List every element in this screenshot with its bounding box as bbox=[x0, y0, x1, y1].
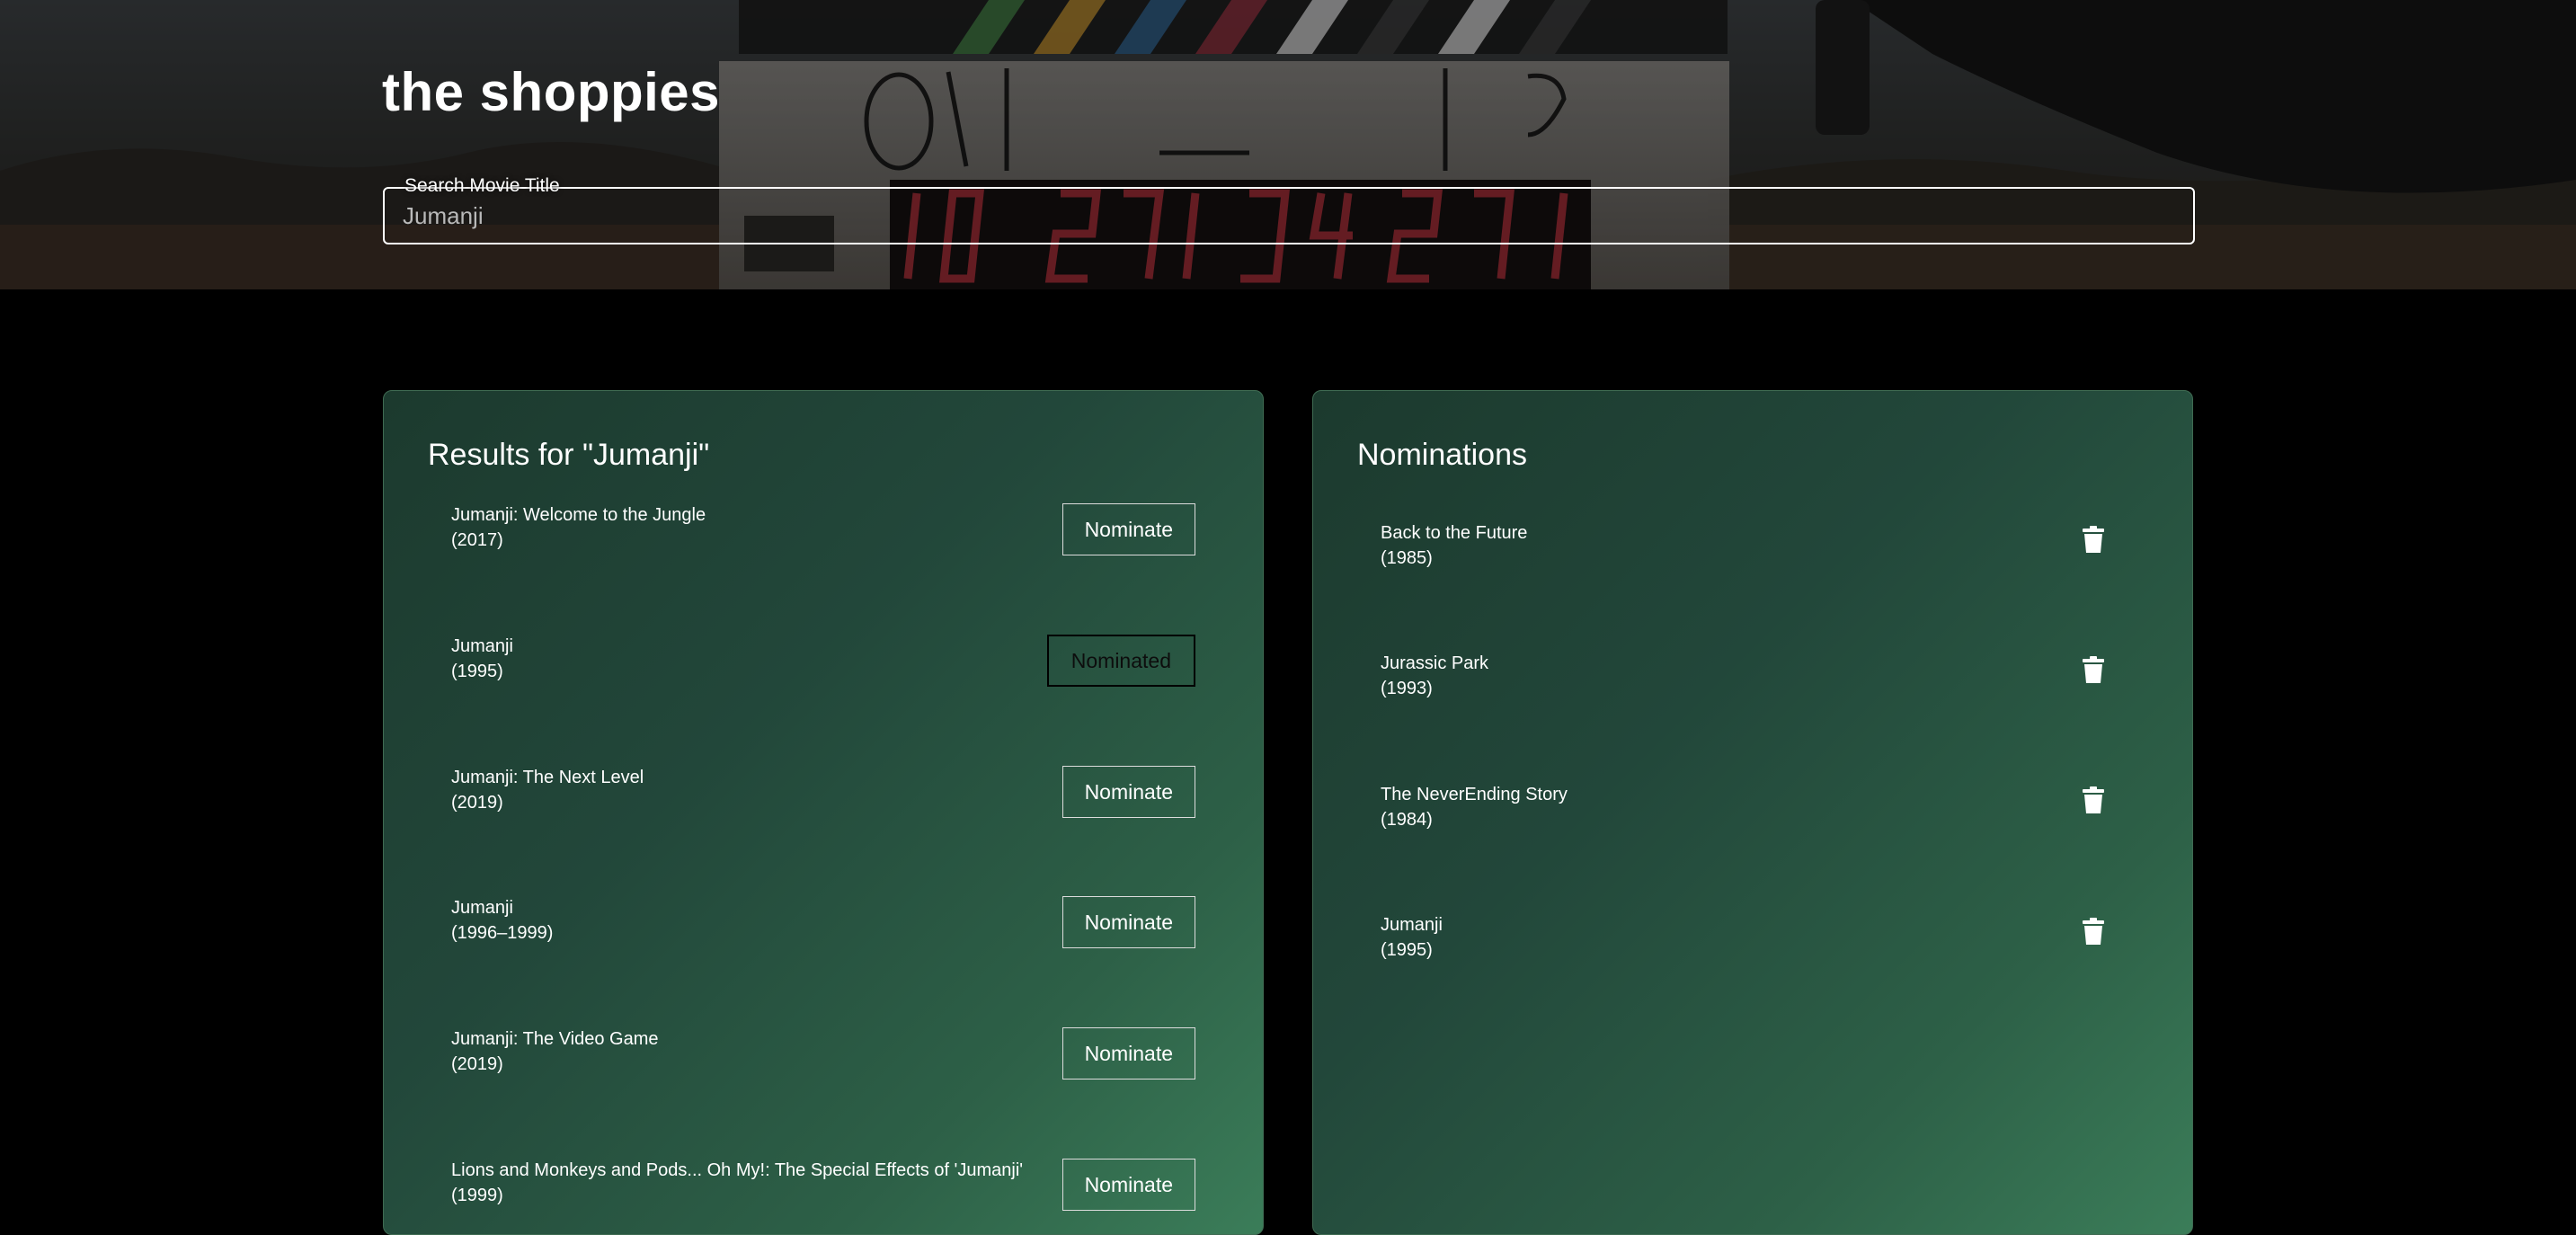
list-item: The NeverEnding Story (1984) bbox=[1381, 782, 1568, 832]
results-title: Results for "Jumanji" bbox=[428, 438, 710, 472]
list-item: Jumanji: The Video Game (2019) bbox=[451, 1026, 659, 1077]
movie-year: (1999) bbox=[451, 1186, 503, 1205]
nominate-button[interactable]: Nominate bbox=[1061, 1027, 1195, 1080]
trash-icon[interactable] bbox=[2083, 918, 2104, 945]
list-item: Jumanji (1996–1999) bbox=[451, 895, 553, 946]
search-field[interactable]: Search Movie Title bbox=[383, 175, 2195, 244]
nominated-button[interactable]: Nominated bbox=[1046, 635, 1195, 687]
movie-year: (2019) bbox=[451, 793, 503, 813]
hero-overlay bbox=[0, 0, 2576, 289]
movie-title: Jumanji bbox=[451, 636, 513, 656]
nominate-button[interactable]: Nominate bbox=[1061, 503, 1195, 555]
hero-banner: the shoppies Search Movie Title bbox=[0, 0, 2576, 289]
movie-title: Lions and Monkeys and Pods... Oh My!: Th… bbox=[451, 1160, 1024, 1180]
movie-title: The NeverEnding Story bbox=[1381, 785, 1568, 804]
list-item: Jumanji (1995) bbox=[451, 634, 513, 684]
nominations-panel: Nominations Back to the Future (1985) Ju… bbox=[1312, 390, 2193, 1235]
movie-title: Back to the Future bbox=[1381, 523, 1528, 543]
list-item: Back to the Future (1985) bbox=[1381, 520, 1527, 571]
movie-year: (2019) bbox=[451, 1054, 503, 1074]
movie-title: Jumanji: Welcome to the Jungle bbox=[451, 505, 706, 525]
movie-title: Jumanji: The Next Level bbox=[451, 768, 644, 787]
list-item: Jurassic Park (1993) bbox=[1381, 651, 1488, 701]
app-title: the shoppies bbox=[382, 62, 721, 122]
movie-year: (1996–1999) bbox=[451, 923, 554, 943]
movie-year: (1995) bbox=[451, 662, 503, 681]
trash-icon[interactable] bbox=[2083, 526, 2104, 553]
nominate-button[interactable]: Nominate bbox=[1061, 896, 1195, 948]
nominations-title: Nominations bbox=[1357, 438, 1527, 472]
search-input[interactable] bbox=[385, 189, 2193, 243]
movie-title: Jumanji bbox=[1381, 915, 1443, 935]
trash-icon[interactable] bbox=[2083, 786, 2104, 813]
movie-year: (1985) bbox=[1381, 548, 1433, 568]
movie-year: (2017) bbox=[451, 530, 503, 550]
list-item: Lions and Monkeys and Pods... Oh My!: Th… bbox=[451, 1158, 1023, 1208]
movie-year: (1995) bbox=[1381, 940, 1433, 960]
nominate-button[interactable]: Nominate bbox=[1061, 1159, 1195, 1211]
results-panel: Results for "Jumanji" Jumanji: Welcome t… bbox=[383, 390, 1264, 1235]
movie-title: Jumanji: The Video Game bbox=[451, 1029, 659, 1049]
movie-title: Jumanji bbox=[451, 898, 513, 918]
movie-year: (1984) bbox=[1381, 810, 1433, 830]
movie-title: Jurassic Park bbox=[1381, 653, 1489, 673]
list-item: Jumanji (1995) bbox=[1381, 912, 1443, 963]
list-item: Jumanji: The Next Level (2019) bbox=[451, 765, 644, 815]
list-item: Jumanji: Welcome to the Jungle (2017) bbox=[451, 502, 706, 553]
nominate-button[interactable]: Nominate bbox=[1061, 766, 1195, 818]
movie-year: (1993) bbox=[1381, 679, 1433, 698]
trash-icon[interactable] bbox=[2083, 656, 2104, 683]
